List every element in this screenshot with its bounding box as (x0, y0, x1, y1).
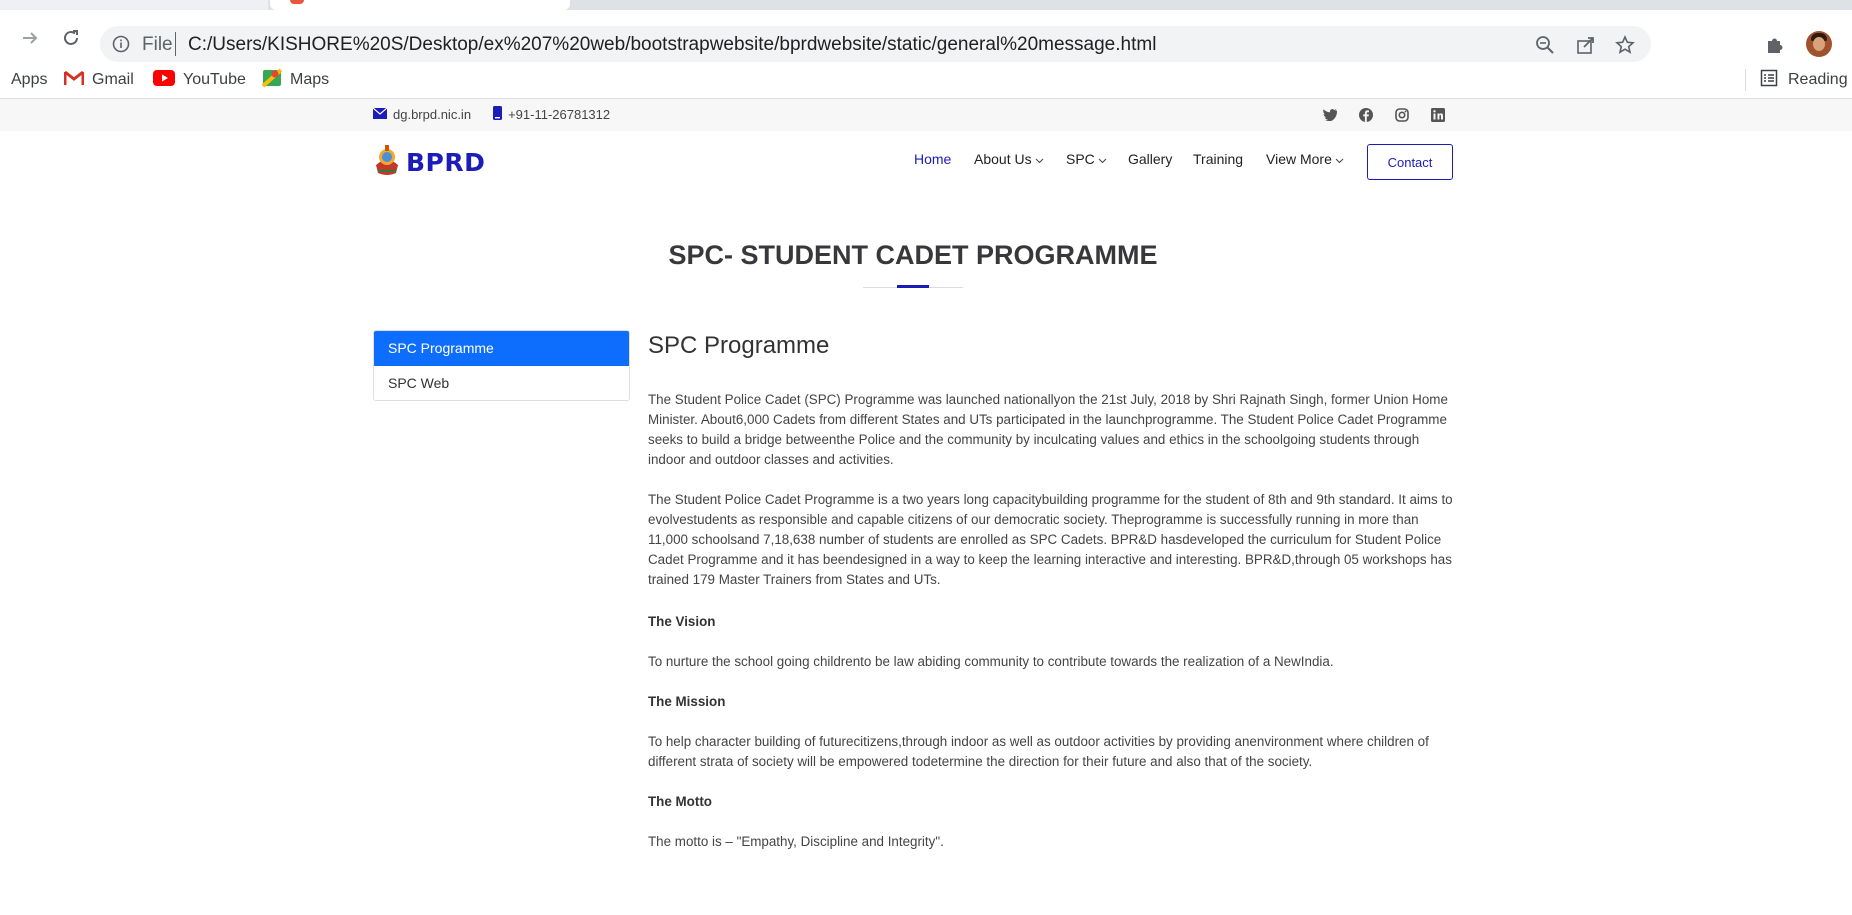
bookmark-label: Maps (290, 71, 330, 88)
bookmark-maps[interactable]: Maps (261, 67, 330, 93)
content-heading: SPC Programme (648, 332, 830, 359)
reading-list-label: Reading li (1788, 71, 1852, 88)
mission-heading: The Mission (648, 694, 726, 709)
topbar-contact: dg.brpd.nic.in +91-11-26781312 (372, 106, 610, 123)
browser-tab-inactive[interactable] (0, 0, 268, 10)
bprd-emblem-icon (372, 143, 402, 182)
bookmarks-bar: Apps Gmail YouTube Maps Reading li (0, 62, 1852, 99)
phone-icon (493, 106, 503, 123)
url-text[interactable]: C:/Users/KISHORE%20S/Desktop/ex%207%20we… (188, 34, 1156, 56)
nav-label: Gallery (1128, 151, 1173, 167)
page-title: SPC- STUDENT CADET PROGRAMME (668, 240, 1158, 270)
side-nav-spc-web[interactable]: SPC Web (374, 366, 629, 400)
nav-label: Training (1193, 151, 1244, 167)
bookmark-label: Apps (11, 71, 48, 88)
site-header: BPRD Home About Us SPC Gallery Training … (0, 131, 1852, 191)
tab-favicon-icon (290, 0, 304, 4)
url-separator (175, 32, 176, 56)
bookmark-gmail[interactable]: Gmail (63, 67, 134, 93)
motto-text: The motto is – "Empathy, Discipline and … (648, 834, 944, 849)
browser-toolbar: File C:/Users/KISHORE%20S/Desktop/ex%207… (0, 10, 1852, 62)
instagram-icon[interactable] (1394, 107, 1410, 123)
side-nav-spc-programme[interactable]: SPC Programme (374, 331, 629, 366)
details-paragraph: The Student Police Cadet Programme is a … (648, 492, 1453, 587)
nav-gallery[interactable]: Gallery (1128, 151, 1172, 167)
title-accent-bar (897, 285, 929, 288)
reading-list-icon (1760, 69, 1778, 92)
address-bar[interactable]: File C:/Users/KISHORE%20S/Desktop/ex%207… (100, 26, 1651, 62)
vision-heading: The Vision (648, 614, 716, 629)
linkedin-icon[interactable] (1430, 107, 1446, 123)
bookmark-youtube[interactable]: YouTube (153, 67, 246, 93)
nav-home[interactable]: Home (914, 151, 951, 167)
url-scheme: File (142, 34, 173, 55)
bookmark-label: Gmail (92, 71, 134, 88)
browser-tab-strip (0, 0, 1852, 10)
facebook-icon[interactable] (1358, 107, 1374, 123)
envelope-icon (372, 107, 388, 122)
reload-icon[interactable] (57, 24, 85, 52)
browser-tab-active[interactable] (270, 0, 570, 10)
share-icon[interactable] (1575, 34, 1597, 56)
nav-label: SPC (1066, 151, 1095, 167)
nav-view-more[interactable]: View More (1266, 151, 1344, 167)
bookmark-label: YouTube (183, 71, 246, 88)
site-logo[interactable]: BPRD (372, 143, 485, 182)
profile-avatar[interactable] (1806, 31, 1832, 57)
twitter-icon[interactable] (1322, 107, 1338, 123)
intro-paragraph: The Student Police Cadet (SPC) Programme… (648, 392, 1448, 467)
site-info-icon[interactable] (112, 35, 130, 58)
youtube-icon (153, 69, 175, 91)
chevron-down-icon (1035, 151, 1044, 167)
motto-heading: The Motto (648, 794, 712, 809)
topbar-phone[interactable]: +91-11-26781312 (508, 107, 610, 122)
nav-label: Home (914, 151, 952, 167)
topbar-email[interactable]: dg.brpd.nic.in (393, 107, 471, 122)
contact-button[interactable]: Contact (1367, 144, 1453, 180)
brand-name: BPRD (406, 148, 486, 177)
site-topbar: dg.brpd.nic.in +91-11-26781312 (0, 99, 1852, 131)
nav-about-us[interactable]: About Us (974, 151, 1044, 167)
forward-arrow-icon[interactable] (16, 24, 44, 52)
reading-list-button[interactable]: Reading li (1745, 67, 1852, 93)
nav-training[interactable]: Training (1193, 151, 1243, 167)
zoom-icon[interactable] (1534, 34, 1556, 56)
gmail-icon (63, 70, 85, 91)
bookmark-apps[interactable]: Apps (11, 67, 47, 93)
mission-text: To help character building of futureciti… (648, 734, 1429, 769)
nav-label: View More (1266, 151, 1332, 167)
extensions-puzzle-icon[interactable] (1764, 34, 1786, 61)
bookmark-divider (1745, 69, 1746, 91)
nav-spc[interactable]: SPC (1066, 151, 1107, 167)
bookmark-star-icon[interactable] (1614, 34, 1636, 56)
side-nav: SPC Programme SPC Web (373, 330, 630, 401)
nav-label: About Us (974, 151, 1032, 167)
vision-text: To nurture the school going childrento b… (648, 654, 1334, 669)
chevron-down-icon (1335, 151, 1344, 167)
chevron-down-icon (1098, 151, 1107, 167)
maps-icon (261, 68, 283, 93)
